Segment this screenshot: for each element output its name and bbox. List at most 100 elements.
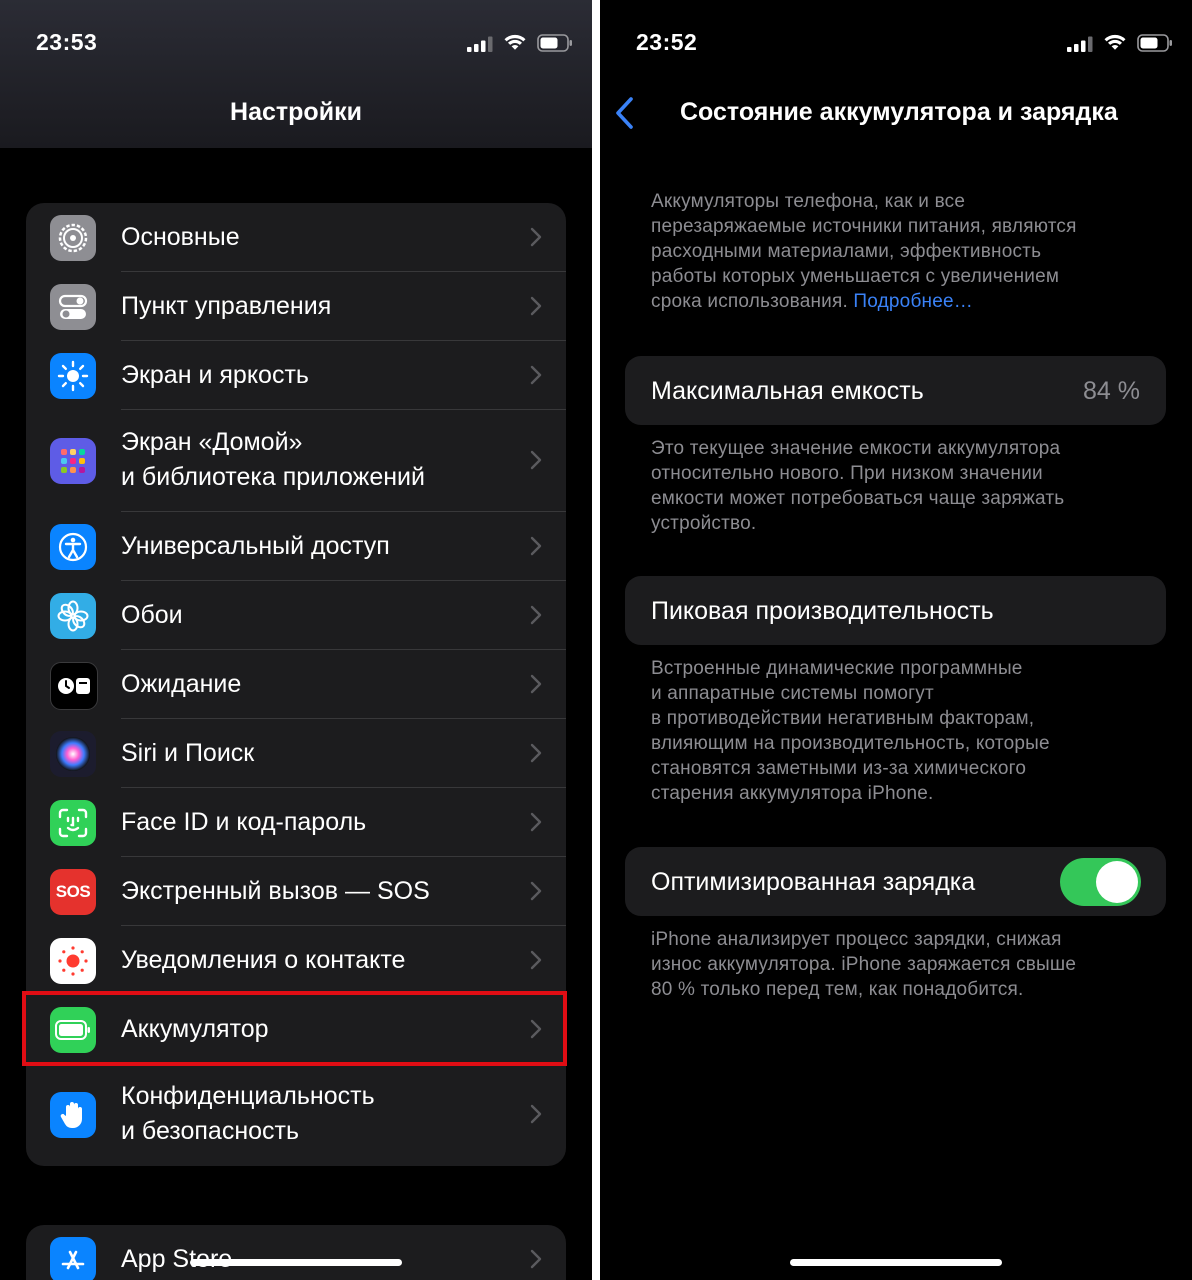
label-line: Экран «Домой» [121, 428, 303, 456]
peak-performance-row: Пиковая производительность [625, 576, 1166, 645]
settings-row-label: Экран «Домой» и библиотека приложений [121, 425, 506, 495]
accessibility-icon [50, 524, 96, 570]
standby-icon [50, 662, 98, 710]
battery-status-icon [537, 34, 572, 52]
text-line: iPhone анализирует процесс зарядки, сниж… [651, 929, 1062, 950]
text-line: старения аккумулятора iPhone. [651, 783, 934, 804]
settings-row[interactable]: Пункт управления [26, 272, 566, 341]
learn-more-link[interactable]: Подробнее… [853, 291, 973, 312]
intro-last-line: срока использования. [651, 291, 848, 312]
text-line: Встроенные динамические программные [651, 658, 1023, 679]
chevron-right-icon [530, 450, 542, 470]
label-line: Универсальный доступ [121, 532, 390, 560]
settings-row[interactable]: Экран «Домой» и библиотека приложений [26, 410, 566, 512]
peak-performance-label: Пиковая производительность [651, 597, 994, 625]
settings-row[interactable]: Конфиденциальность и безопасность [26, 1064, 566, 1166]
max-capacity-row: Максимальная емкость 84 % [625, 356, 1166, 425]
settings-row[interactable]: Face ID и код-пароль [26, 788, 566, 857]
battery-status-icon [1137, 34, 1172, 52]
siri-icon [50, 731, 96, 777]
battery-health-screen: 23:52 Состояние аккумулятора и зарядка А… [600, 0, 1192, 1280]
label-line: Экстренный вызов — SOS [121, 877, 430, 905]
chevron-right-icon [530, 881, 542, 901]
text-line: емкости может потребоваться чаще заряжат… [651, 488, 1065, 509]
chevron-right-icon [530, 1249, 542, 1269]
toggles-icon [50, 284, 96, 330]
text-line: и аппаратные системы помогут [651, 683, 934, 704]
chevron-right-icon [530, 812, 542, 832]
chevron-right-icon [530, 605, 542, 625]
text-line: относительно нового. При низком значении [651, 463, 1043, 484]
settings-row-label: Ожидание [121, 667, 506, 702]
settings-row[interactable]: Обои [26, 581, 566, 650]
settings-row[interactable]: App Store [26, 1225, 566, 1280]
settings-row[interactable]: Ожидание [26, 650, 566, 719]
settings-row-label: Обои [121, 598, 506, 633]
text-line: износ аккумулятора. iPhone заряжается св… [651, 954, 1077, 975]
settings-row[interactable]: Основные [26, 203, 566, 272]
face-id-icon [50, 800, 96, 846]
status-time: 23:53 [36, 29, 98, 55]
settings-row-label: Face ID и код-пароль [121, 805, 506, 840]
label-line: Ожидание [121, 670, 242, 698]
label-line: Siri и Поиск [121, 739, 255, 767]
wifi-icon [1104, 34, 1126, 50]
text-line: Аккумуляторы телефона, как и все [651, 191, 966, 212]
settings-row-label: Экран и яркость [121, 358, 506, 393]
text-line: влияющим на производительность, которые [651, 733, 1050, 754]
exposure-icon [50, 938, 96, 984]
settings-row[interactable]: Уведомления о контакте [26, 926, 566, 995]
toggle-knob [1096, 861, 1138, 903]
settings-row-label: Экстренный вызов — SOS [121, 874, 506, 909]
text-line: перезаряжаемые источники питания, являют… [651, 216, 1077, 237]
peak-performance-note: Встроенные динамические программные и апп… [651, 656, 1141, 806]
text-line: устройство. [651, 513, 757, 534]
back-chevron-icon[interactable] [614, 96, 634, 130]
settings-screen: 23:53 Настройки Основные Пункт управления… [0, 0, 592, 1280]
app-store-icon [50, 1237, 96, 1280]
settings-row[interactable]: Siri и Поиск [26, 719, 566, 788]
chevron-right-icon [530, 674, 542, 694]
chevron-right-icon [530, 296, 542, 316]
label-line: Основные [121, 223, 240, 251]
settings-row[interactable]: Экран и яркость [26, 341, 566, 410]
cellular-signal-icon [467, 36, 493, 52]
label-line: и безопасность [121, 1117, 300, 1145]
home-indicator[interactable] [190, 1259, 402, 1266]
home-indicator[interactable] [790, 1259, 1002, 1266]
label-line: Экран и яркость [121, 361, 309, 389]
label-line: Уведомления о контакте [121, 946, 406, 974]
text-line: расходными материалами, эффективность [651, 241, 1042, 262]
intro-text: Аккумуляторы телефона, как и все перезаря… [651, 189, 1141, 314]
settings-row[interactable]: SOS Экстренный вызов — SOS [26, 857, 566, 926]
text-line: в противодействии негативным факторам, [651, 708, 1035, 729]
hand-icon [50, 1092, 96, 1138]
label-line: Face ID и код-пароль [121, 808, 367, 836]
status-bar: 23:53 [0, 0, 592, 80]
status-time: 23:52 [636, 29, 698, 55]
settings-row[interactable]: Универсальный доступ [26, 512, 566, 581]
status-bar: 23:52 [600, 0, 1192, 80]
gear-icon [50, 215, 96, 261]
settings-row-label: Уведомления о контакте [121, 943, 506, 978]
label-line: и библиотека приложений [121, 463, 425, 491]
optimized-charging-row: Оптимизированная зарядка [625, 847, 1166, 916]
settings-row-label: Универсальный доступ [121, 529, 506, 564]
page-title: Состояние аккумулятора и зарядка [680, 98, 1118, 126]
flower-icon [50, 593, 96, 639]
settings-row-label: Основные [121, 220, 506, 255]
settings-row-label: Siri и Поиск [121, 736, 506, 771]
chevron-right-icon [530, 743, 542, 763]
sun-icon [50, 353, 96, 399]
text-line: 80 % только перед тем, как понадобится. [651, 979, 1024, 1000]
settings-row-label: Конфиденциальность и безопасность [121, 1079, 506, 1149]
settings-row-label: Пункт управления [121, 289, 506, 324]
page-title: Настройки [230, 98, 362, 126]
optimized-charging-toggle[interactable] [1060, 858, 1141, 906]
chevron-right-icon [530, 227, 542, 247]
chevron-right-icon [530, 365, 542, 385]
label-line: Конфиденциальность [121, 1082, 375, 1110]
wifi-icon [504, 34, 526, 50]
optimized-charging-label: Оптимизированная зарядка [651, 868, 976, 896]
chevron-right-icon [530, 950, 542, 970]
